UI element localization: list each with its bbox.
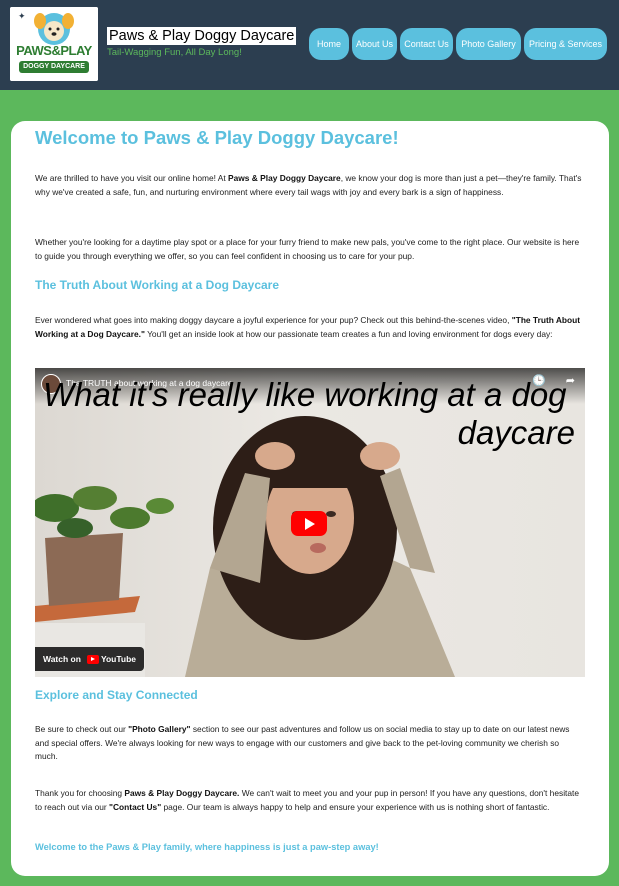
play-button[interactable] bbox=[291, 511, 327, 536]
closing-line: Welcome to the Paws & Play family, where… bbox=[35, 842, 379, 852]
video-intro-paragraph: Ever wondered what goes into making dogg… bbox=[35, 315, 581, 339]
site-tagline: Tail-Wagging Fun, All Day Long! bbox=[107, 47, 242, 58]
site-title: Paws & Play Doggy Daycare bbox=[107, 27, 297, 45]
nav-contact-us[interactable]: Contact Us bbox=[400, 28, 453, 60]
page-title: Welcome to Paws & Play Doggy Daycare! bbox=[35, 127, 399, 148]
nav-pricing-services[interactable]: Pricing & Services bbox=[524, 28, 607, 60]
site-header: ✦ PAWS&PLAY DOGGY DAYCARE Paws & Play Do… bbox=[0, 0, 619, 90]
site-logo[interactable]: ✦ PAWS&PLAY DOGGY DAYCARE bbox=[10, 7, 98, 81]
nav-photo-gallery[interactable]: Photo Gallery bbox=[456, 28, 521, 60]
thanks-paragraph: Thank you for choosing Paws & Play Doggy… bbox=[35, 788, 580, 812]
nav-about-us[interactable]: About Us bbox=[352, 28, 397, 60]
watch-on-youtube-button[interactable]: Watch on YouTube bbox=[35, 647, 145, 671]
nav-home[interactable]: Home bbox=[309, 28, 349, 60]
site-title-wrap: Paws & Play Doggy Daycare bbox=[107, 27, 297, 45]
youtube-video-embed[interactable]: The TRUTH about working at a dog daycare… bbox=[35, 368, 585, 677]
main-nav: Home About Us Contact Us Photo Gallery P… bbox=[309, 28, 607, 60]
logo-subtitle: DOGGY DAYCARE bbox=[19, 61, 89, 73]
youtube-play-icon bbox=[86, 654, 99, 664]
explore-paragraph: Be sure to check out our "Photo Gallery"… bbox=[35, 724, 570, 761]
watch-on-label: Watch on bbox=[43, 654, 81, 664]
youtube-logo: YouTube bbox=[86, 654, 136, 664]
play-icon bbox=[305, 517, 315, 530]
section-heading-truth: The Truth About Working at a Dog Daycare bbox=[35, 278, 280, 292]
main-content-card: Welcome to Paws & Play Doggy Daycare! We… bbox=[11, 121, 609, 876]
intro-paragraph-2: Whether you're looking for a daytime pla… bbox=[35, 237, 580, 261]
video-caption-overlay: What it's really like working at a dog d… bbox=[43, 376, 575, 451]
intro-paragraph: We are thrilled to have you visit our on… bbox=[35, 173, 582, 197]
section-heading-explore: Explore and Stay Connected bbox=[35, 688, 198, 702]
svg-text:✦: ✦ bbox=[18, 12, 26, 22]
logo-wordmark: PAWS&PLAY bbox=[16, 43, 92, 58]
